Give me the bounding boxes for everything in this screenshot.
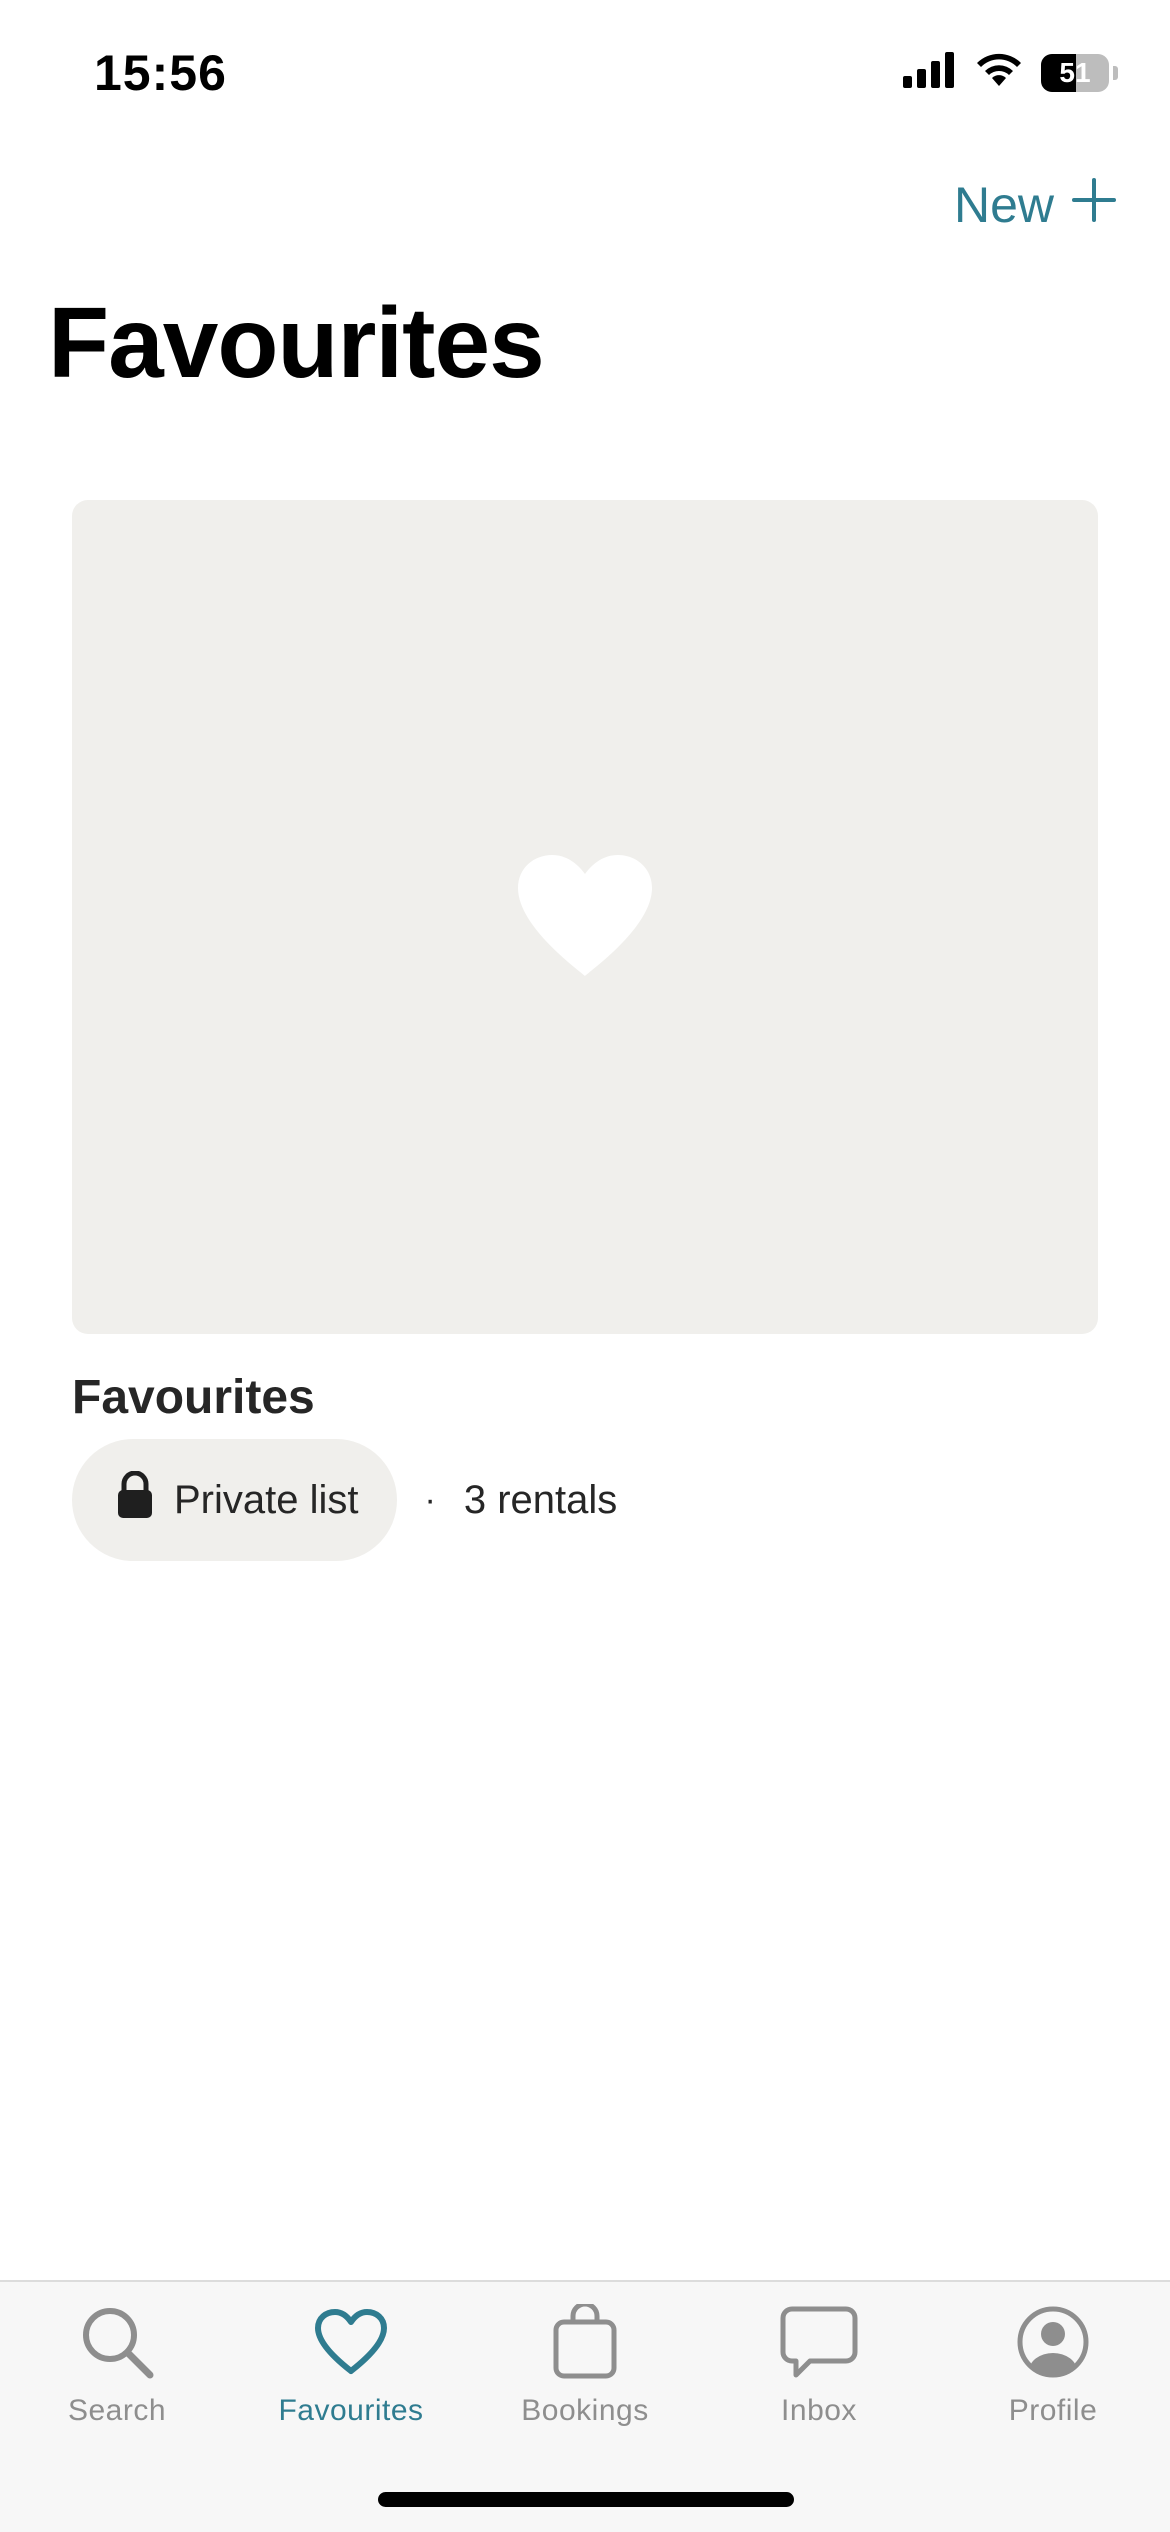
tab-label: Profile [1008,2394,1098,2427]
privacy-label: Private list [174,1477,359,1522]
meta-separator: · [424,1480,436,1519]
battery-level: 51 [1059,56,1091,88]
page-title: Favourites [48,287,545,399]
tab-label: Bookings [521,2394,649,2427]
favourites-list-card[interactable]: Favourites Private list · 3 rentals [72,500,1098,1561]
rental-count: 3 rentals [463,1477,618,1522]
profile-icon [1013,2302,1093,2382]
plus-icon [1072,176,1116,234]
bag-icon [545,2302,625,2382]
status-icons: 51 [903,52,1118,93]
battery-tip [1113,65,1118,80]
status-time: 15:56 [94,45,227,101]
lock-icon [116,1470,154,1529]
signal-icon [903,52,957,93]
tab-favourites[interactable]: Favourites [234,2302,468,2428]
tab-label: Inbox [781,2394,857,2427]
home-indicator [378,2492,794,2507]
list-meta: Private list · 3 rentals [72,1439,1098,1561]
privacy-badge[interactable]: Private list [72,1439,397,1561]
tab-label: Search [67,2394,167,2427]
favourites-screen: 15:56 51 New Favourites Favourites Priva… [0,0,1170,2532]
list-title: Favourites [72,1371,315,1424]
tab-bookings[interactable]: Bookings [468,2302,702,2428]
wifi-icon [975,52,1023,93]
tab-search[interactable]: Search [0,2302,234,2428]
tab-label: Favourites [278,2394,424,2427]
status-bar: 15:56 51 [0,0,1170,140]
tab-inbox[interactable]: Inbox [702,2302,936,2428]
chat-bubble-icon [779,2302,859,2382]
new-label: New [953,177,1054,233]
battery-icon: 51 [1041,53,1109,92]
new-list-button[interactable]: New [954,176,1116,234]
list-cover [72,500,1098,1334]
heart-outline-icon [311,2302,391,2382]
heart-icon [514,852,656,983]
tab-profile[interactable]: Profile [936,2302,1170,2428]
search-icon [77,2302,157,2382]
